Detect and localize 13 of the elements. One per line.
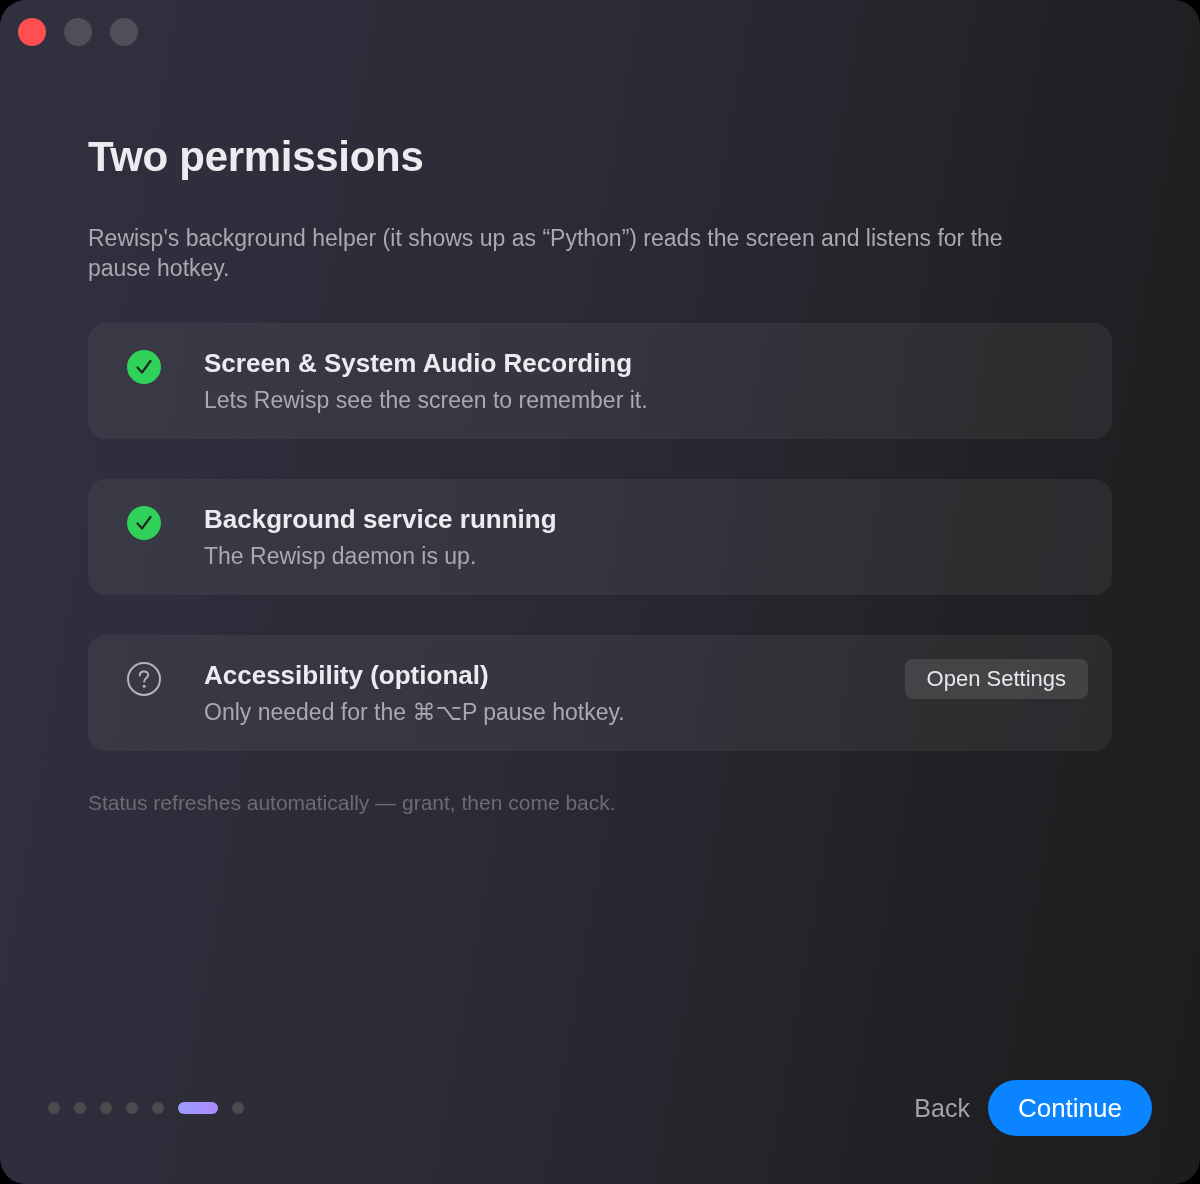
continue-button[interactable]: Continue bbox=[987, 1080, 1152, 1136]
permission-title: Background service running bbox=[204, 503, 558, 535]
page-title: Two permissions bbox=[88, 132, 425, 182]
close-button[interactable] bbox=[18, 18, 46, 46]
permission-description: The Rewisp daemon is up. bbox=[204, 542, 478, 571]
description-text: Rewisp's background helper (it shows up as “Python”) reads the screen and listens for the pause hotkey. bbox=[88, 224, 1004, 283]
open-settings-button[interactable]: Open Settings bbox=[904, 659, 1088, 699]
permission-description: Lets Rewisp see the screen to remember it. bbox=[204, 386, 649, 415]
permission-description: Only needed for the ⌘⌥P pause hotkey. bbox=[204, 698, 626, 727]
back-button[interactable]: Back bbox=[914, 1092, 970, 1124]
permission-title: Accessibility (optional) bbox=[204, 659, 490, 691]
permission-title: Screen & System Audio Recording bbox=[204, 347, 634, 379]
status-note: Status refreshes automatically — grant, then come back. bbox=[88, 791, 617, 815]
